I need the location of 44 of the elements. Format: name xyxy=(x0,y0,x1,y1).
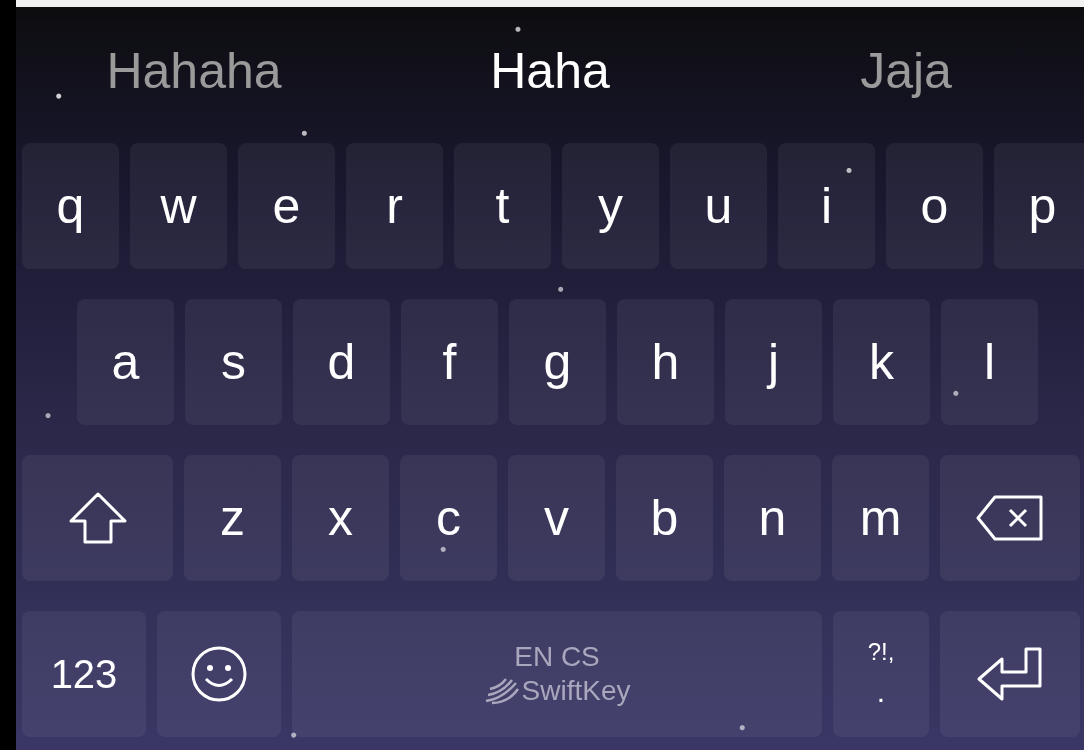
keyboard-key[interactable]: w xyxy=(130,143,227,269)
keyboard-key[interactable]: c xyxy=(400,455,497,581)
keyboard-key[interactable]: b xyxy=(616,455,713,581)
word-suggestion[interactable]: Haha xyxy=(372,42,728,100)
shift-key[interactable] xyxy=(22,455,173,581)
keyboard-key[interactable]: h xyxy=(617,299,714,425)
swoosh-logo-icon xyxy=(483,676,520,705)
keyboard-key[interactable]: o xyxy=(886,143,983,269)
language-label: EN CS xyxy=(514,640,600,674)
keyboard-key[interactable]: i xyxy=(778,143,875,269)
backspace-icon xyxy=(975,494,1045,542)
return-key[interactable] xyxy=(940,611,1080,737)
backspace-key[interactable] xyxy=(940,455,1080,581)
keyboard-key[interactable]: e xyxy=(238,143,335,269)
period-label: . xyxy=(876,674,886,711)
keyboard-key[interactable]: y xyxy=(562,143,659,269)
keyboard-key[interactable]: f xyxy=(401,299,498,425)
word-suggestion[interactable]: Jaja xyxy=(728,42,1084,100)
emoji-key[interactable] xyxy=(157,611,281,737)
keyboard-key[interactable]: n xyxy=(724,455,821,581)
keyboard-key[interactable]: p xyxy=(994,143,1084,269)
keyboard-key[interactable]: u xyxy=(670,143,767,269)
keyboard-key[interactable]: l xyxy=(941,299,1038,425)
keyboard-key[interactable]: v xyxy=(508,455,605,581)
keyboard-key[interactable]: j xyxy=(725,299,822,425)
punctuation-key[interactable]: ?!, . xyxy=(833,611,929,737)
brand-label: SwiftKey xyxy=(521,674,631,708)
keyboard-key[interactable]: m xyxy=(832,455,929,581)
smiley-icon xyxy=(190,645,248,703)
keyboard-key[interactable]: d xyxy=(293,299,390,425)
space-bar[interactable]: EN CS SwiftKey xyxy=(292,611,822,737)
keyboard-key[interactable]: 123 xyxy=(22,611,146,737)
keyboard-key[interactable]: k xyxy=(833,299,930,425)
keyboard-key[interactable]: g xyxy=(509,299,606,425)
keyboard-key[interactable]: a xyxy=(77,299,174,425)
keyboard-key[interactable]: s xyxy=(185,299,282,425)
word-suggestion[interactable]: Hahaha xyxy=(16,42,372,100)
keyboard-key[interactable]: z xyxy=(184,455,281,581)
return-arrow-icon xyxy=(976,646,1044,702)
keyboard-key[interactable]: t xyxy=(454,143,551,269)
keyboard-key[interactable]: x xyxy=(292,455,389,581)
keyboard-key[interactable]: q xyxy=(22,143,119,269)
punctuation-label: ?!, xyxy=(867,637,895,667)
keyboard-key[interactable]: r xyxy=(346,143,443,269)
